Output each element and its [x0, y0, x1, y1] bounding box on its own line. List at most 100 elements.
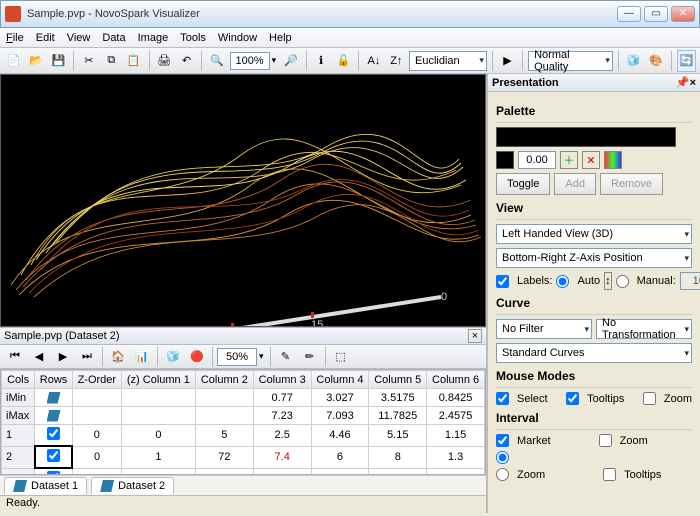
toggle-button[interactable]: Toggle	[496, 173, 550, 195]
minimize-button[interactable]: —	[617, 6, 641, 22]
menu-view[interactable]: View	[67, 32, 91, 44]
labels-manual-radio[interactable]	[616, 275, 629, 288]
sort-asc-icon[interactable]: A↓	[364, 50, 383, 72]
export-icon[interactable]: 🔓	[334, 50, 353, 72]
grid-zoom-input[interactable]	[217, 348, 257, 366]
menu-help[interactable]: Help	[269, 32, 292, 44]
show-checkbox[interactable]	[47, 427, 60, 440]
labels-checkbox[interactable]	[496, 275, 509, 288]
dataset-icon	[100, 480, 114, 492]
cut-icon[interactable]: ✂	[79, 50, 98, 72]
panel-pin-icon[interactable]: 📌	[676, 76, 690, 89]
metric-select[interactable]: Euclidian▾	[409, 51, 487, 71]
copy-icon[interactable]: ⧉	[102, 50, 121, 72]
palette-heading: Palette	[496, 104, 692, 118]
table-row[interactable]: 10052.54.465.151.15	[2, 425, 485, 447]
grid-next-icon[interactable]: ▶	[52, 346, 74, 368]
filter-select[interactable]: No Filter▾	[496, 319, 592, 339]
print-icon[interactable]: 🖨	[154, 50, 173, 72]
interval-heading: Interval	[496, 411, 692, 425]
col-header[interactable]: Column 6	[427, 371, 485, 389]
colors-icon[interactable]: 🎨	[646, 50, 665, 72]
transform-select[interactable]: No Transformation▾	[596, 319, 692, 339]
quality-select[interactable]: Normal Quality▾	[528, 51, 613, 71]
interval-tooltips-checkbox[interactable]	[603, 468, 616, 481]
dataset-icon	[13, 480, 27, 492]
grid-select-icon[interactable]: ⬚	[330, 346, 352, 368]
remove-color-icon[interactable]: ✕	[582, 151, 600, 169]
info-icon[interactable]: ℹ	[311, 50, 330, 72]
grid-cube-icon[interactable]: 🧊	[162, 346, 184, 368]
interval-radio-1[interactable]	[496, 451, 509, 464]
menu-image[interactable]: Image	[138, 32, 169, 44]
menu-edit[interactable]: Edit	[36, 32, 55, 44]
data-grid[interactable]: Cols Rows Z-Order (z) Column 1 Column 2 …	[0, 369, 486, 475]
palette-swatch[interactable]	[496, 127, 676, 147]
maximize-button[interactable]: ▭	[644, 6, 668, 22]
zoom-out-icon[interactable]: 🔍	[207, 50, 226, 72]
label-adjust-icon[interactable]: ↕	[604, 272, 612, 290]
add-button[interactable]: Add	[554, 173, 596, 195]
table-row[interactable]: 302834.54.86.271.07	[2, 468, 485, 475]
refresh-icon[interactable]: 🔄	[677, 50, 696, 72]
table-row[interactable]: iMax7.237.09311.78252.4575	[2, 407, 485, 425]
table-row[interactable]: iMin0.773.0273.51750.8425	[2, 389, 485, 407]
grid-vis2-icon[interactable]: 📊	[131, 346, 153, 368]
grid-vis1-icon[interactable]: 🏠	[107, 346, 129, 368]
show-checkbox[interactable]	[47, 449, 60, 462]
dock-title: Sample.pvp (Dataset 2)	[4, 330, 120, 342]
dock-close-icon[interactable]: ×	[468, 329, 482, 343]
add-color-icon[interactable]: ＋	[560, 151, 578, 169]
view-select[interactable]: Left Handed View (3D)▾	[496, 224, 692, 244]
grid-last-icon[interactable]: ⏭	[76, 346, 98, 368]
remove-button[interactable]: Remove	[600, 173, 663, 195]
new-icon[interactable]: 📄	[4, 50, 23, 72]
tab-dataset-1[interactable]: Dataset 1	[4, 477, 87, 494]
table-row[interactable]: 201727.4681.3	[2, 446, 485, 468]
zoom-checkbox[interactable]	[643, 392, 656, 405]
sort-desc-icon[interactable]: Z↑	[387, 50, 406, 72]
menu-file[interactable]: File	[6, 32, 24, 44]
grid-edit-icon[interactable]: ✎	[275, 346, 297, 368]
paste-icon[interactable]: 📋	[124, 50, 143, 72]
zoom-input[interactable]	[230, 52, 270, 70]
gradient-icon[interactable]	[604, 151, 622, 169]
col-header[interactable]: Column 4	[311, 371, 369, 389]
col-header[interactable]: Column 3	[253, 371, 311, 389]
grid-edit2-icon[interactable]: ✏	[299, 346, 321, 368]
interval-radio-2[interactable]	[496, 468, 509, 481]
zoom-in-icon[interactable]: 🔎	[281, 50, 300, 72]
col-header[interactable]: Column 5	[369, 371, 427, 389]
select-checkbox[interactable]	[496, 392, 509, 405]
tooltips-checkbox[interactable]	[566, 392, 579, 405]
col-header[interactable]: Column 2	[195, 371, 253, 389]
tab-dataset-2[interactable]: Dataset 2	[91, 477, 174, 494]
save-icon[interactable]: 💾	[49, 50, 68, 72]
col-header[interactable]: Z-Order	[72, 371, 121, 389]
palette-value-input[interactable]	[518, 151, 556, 169]
undo-icon[interactable]: ↶	[177, 50, 196, 72]
interval-zoom-checkbox[interactable]	[599, 434, 612, 447]
render-icon[interactable]: 🧊	[624, 50, 643, 72]
manual-value-input[interactable]	[680, 272, 700, 290]
menu-window[interactable]: Window	[218, 32, 257, 44]
close-button[interactable]: ✕	[671, 6, 695, 22]
grid-sphere-icon[interactable]: 🔴	[186, 346, 208, 368]
panel-close-icon[interactable]: ×	[690, 77, 696, 89]
zaxis-select[interactable]: Bottom-Right Z-Axis Position▾	[496, 248, 692, 268]
color-swatch[interactable]	[496, 151, 514, 169]
play-icon[interactable]: ▶	[498, 50, 517, 72]
market-checkbox[interactable]	[496, 434, 509, 447]
col-header[interactable]: Rows	[35, 371, 73, 389]
open-icon[interactable]: 📂	[26, 50, 45, 72]
3d-viewport[interactable]: 5 10 15 0	[0, 74, 486, 327]
menu-data[interactable]: Data	[102, 32, 125, 44]
col-header[interactable]: Cols	[2, 371, 35, 389]
col-header[interactable]: (z) Column 1	[121, 371, 195, 389]
labels-auto-radio[interactable]	[556, 275, 569, 288]
menu-tools[interactable]: Tools	[180, 32, 206, 44]
mouse-heading: Mouse Modes	[496, 369, 692, 383]
grid-prev-icon[interactable]: ◀	[28, 346, 50, 368]
curves-select[interactable]: Standard Curves▾	[496, 343, 692, 363]
grid-first-icon[interactable]: ⏮	[4, 346, 26, 368]
